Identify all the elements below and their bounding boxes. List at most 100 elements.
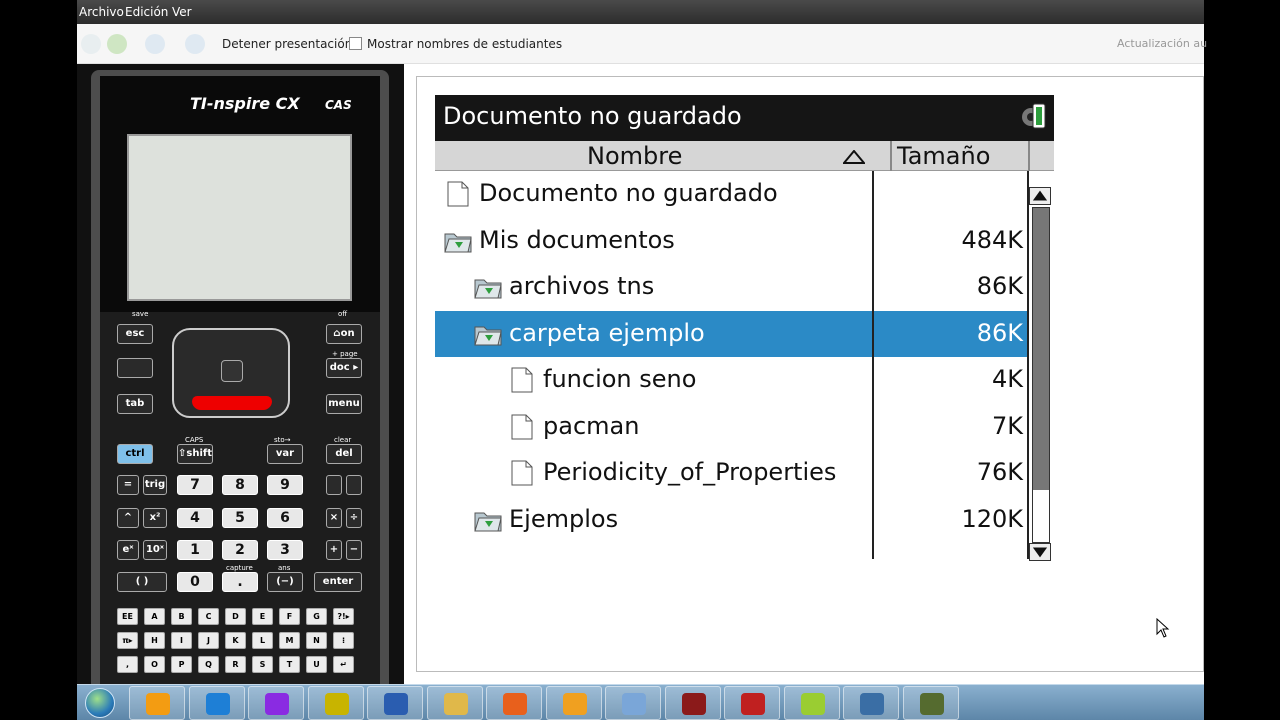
key-alpha[interactable]: ⁝: [333, 632, 354, 649]
key-1[interactable]: 1: [177, 540, 213, 560]
key-9[interactable]: 9: [267, 475, 303, 495]
show-names-checkbox[interactable]: [349, 37, 362, 50]
taskbar-button[interactable]: [843, 686, 899, 720]
key-del[interactable]: del: [326, 444, 362, 464]
folder-row[interactable]: Ejemplos 120K: [435, 497, 1027, 543]
taskbar-button[interactable]: [367, 686, 423, 720]
column-size[interactable]: Tamaño: [897, 141, 990, 171]
key-alpha[interactable]: D: [225, 608, 246, 625]
key-7[interactable]: 7: [177, 475, 213, 495]
key-doc[interactable]: doc ▸: [326, 358, 362, 378]
menu-ver[interactable]: Ver: [172, 5, 192, 19]
key-alpha[interactable]: E: [252, 608, 273, 625]
key-x2[interactable]: x²: [143, 508, 167, 528]
key-alpha[interactable]: Q: [198, 656, 219, 673]
key-alpha[interactable]: S: [252, 656, 273, 673]
key-alpha[interactable]: H: [144, 632, 165, 649]
taskbar-button[interactable]: [307, 686, 364, 720]
taskbar-button[interactable]: [248, 686, 304, 720]
key-scratchpad[interactable]: [117, 358, 153, 378]
key-0[interactable]: 0: [177, 572, 213, 592]
key-2[interactable]: 2: [222, 540, 258, 560]
key-6[interactable]: 6: [267, 508, 303, 528]
key-template[interactable]: [326, 475, 342, 495]
key-alpha[interactable]: π▸: [117, 632, 138, 649]
key-catalog[interactable]: [346, 475, 362, 495]
scroll-down-icon[interactable]: [1029, 543, 1051, 561]
touchpad[interactable]: [172, 328, 290, 418]
key-alpha[interactable]: U: [306, 656, 327, 673]
key-5[interactable]: 5: [222, 508, 258, 528]
zoom-in-icon[interactable]: [145, 34, 165, 54]
key-3[interactable]: 3: [267, 540, 303, 560]
key-ctrl[interactable]: ctrl: [117, 444, 153, 464]
key-alpha[interactable]: ↵: [333, 656, 354, 673]
key-alpha[interactable]: B: [171, 608, 192, 625]
key-alpha[interactable]: M: [279, 632, 300, 649]
key-alpha[interactable]: R: [225, 656, 246, 673]
key-alpha[interactable]: K: [225, 632, 246, 649]
key-dot[interactable]: .: [222, 572, 258, 592]
key-alpha[interactable]: C: [198, 608, 219, 625]
taskbar-button[interactable]: [545, 686, 602, 720]
menu-archivo[interactable]: Archivo: [79, 5, 124, 19]
refresh-icon[interactable]: [107, 34, 127, 54]
scroll-track[interactable]: [1032, 207, 1050, 543]
column-name[interactable]: Nombre: [587, 141, 682, 171]
key-10x[interactable]: 10ˣ: [143, 540, 167, 560]
taskbar-button[interactable]: [664, 686, 721, 720]
taskbar-button[interactable]: [486, 686, 542, 720]
scroll-up-icon[interactable]: [1029, 187, 1051, 205]
key-alpha[interactable]: F: [279, 608, 300, 625]
key-alpha[interactable]: N: [306, 632, 327, 649]
scrollbar[interactable]: [1029, 187, 1052, 562]
taskbar-button[interactable]: [426, 686, 483, 720]
folder-row[interactable]: Mis documentos 484K: [435, 218, 1027, 264]
calculator-screen[interactable]: [127, 134, 352, 301]
key-plus[interactable]: +: [326, 540, 342, 560]
file-row[interactable]: Periodicity_of_Properties 76K: [435, 450, 1027, 496]
key-parentheses[interactable]: ( ): [117, 572, 167, 592]
folder-row[interactable]: archivos tns 86K: [435, 264, 1027, 310]
key-alpha[interactable]: A: [144, 608, 165, 625]
key-shift[interactable]: ⇧shift: [177, 444, 213, 464]
key-alpha[interactable]: J: [198, 632, 219, 649]
key-negative[interactable]: (−): [267, 572, 303, 592]
taskbar-button[interactable]: [783, 686, 840, 720]
zoom-out-icon[interactable]: [185, 34, 205, 54]
key-on[interactable]: ⌂on: [326, 324, 362, 344]
taskbar-button[interactable]: [605, 686, 661, 720]
key-alpha[interactable]: G: [306, 608, 327, 625]
key-tab[interactable]: tab: [117, 394, 153, 414]
key-equals[interactable]: =: [117, 475, 139, 495]
file-row[interactable]: Documento no guardado: [435, 171, 1027, 217]
key-enter[interactable]: enter: [314, 572, 362, 592]
scroll-thumb[interactable]: [1033, 208, 1049, 490]
file-row[interactable]: pacman 7K: [435, 404, 1027, 450]
capture-icon[interactable]: [81, 34, 101, 54]
key-ex[interactable]: eˣ: [117, 540, 139, 560]
key-caret[interactable]: ^: [117, 508, 139, 528]
taskbar-button[interactable]: [902, 686, 959, 720]
menu-edicion[interactable]: Edición: [125, 5, 168, 19]
touchpad-click-icon[interactable]: [221, 360, 243, 382]
file-row[interactable]: funcion seno 4K: [435, 357, 1027, 403]
key-multiply[interactable]: ×: [326, 508, 342, 528]
key-esc[interactable]: esc: [117, 324, 153, 344]
key-menu[interactable]: menu: [326, 394, 362, 414]
key-alpha[interactable]: I: [171, 632, 192, 649]
key-divide[interactable]: ÷: [346, 508, 362, 528]
settings-battery-icon[interactable]: [1019, 101, 1049, 131]
key-alpha[interactable]: ,: [117, 656, 138, 673]
key-var[interactable]: var: [267, 444, 303, 464]
key-trig[interactable]: trig: [143, 475, 167, 495]
key-alpha[interactable]: O: [144, 656, 165, 673]
taskbar-button[interactable]: [724, 686, 780, 720]
key-alpha[interactable]: EE: [117, 608, 138, 625]
key-alpha[interactable]: P: [171, 656, 192, 673]
key-alpha[interactable]: T: [279, 656, 300, 673]
key-4[interactable]: 4: [177, 508, 213, 528]
key-8[interactable]: 8: [222, 475, 258, 495]
key-minus[interactable]: −: [346, 540, 362, 560]
folder-row[interactable]: carpeta ejemplo 86K: [435, 310, 1027, 357]
